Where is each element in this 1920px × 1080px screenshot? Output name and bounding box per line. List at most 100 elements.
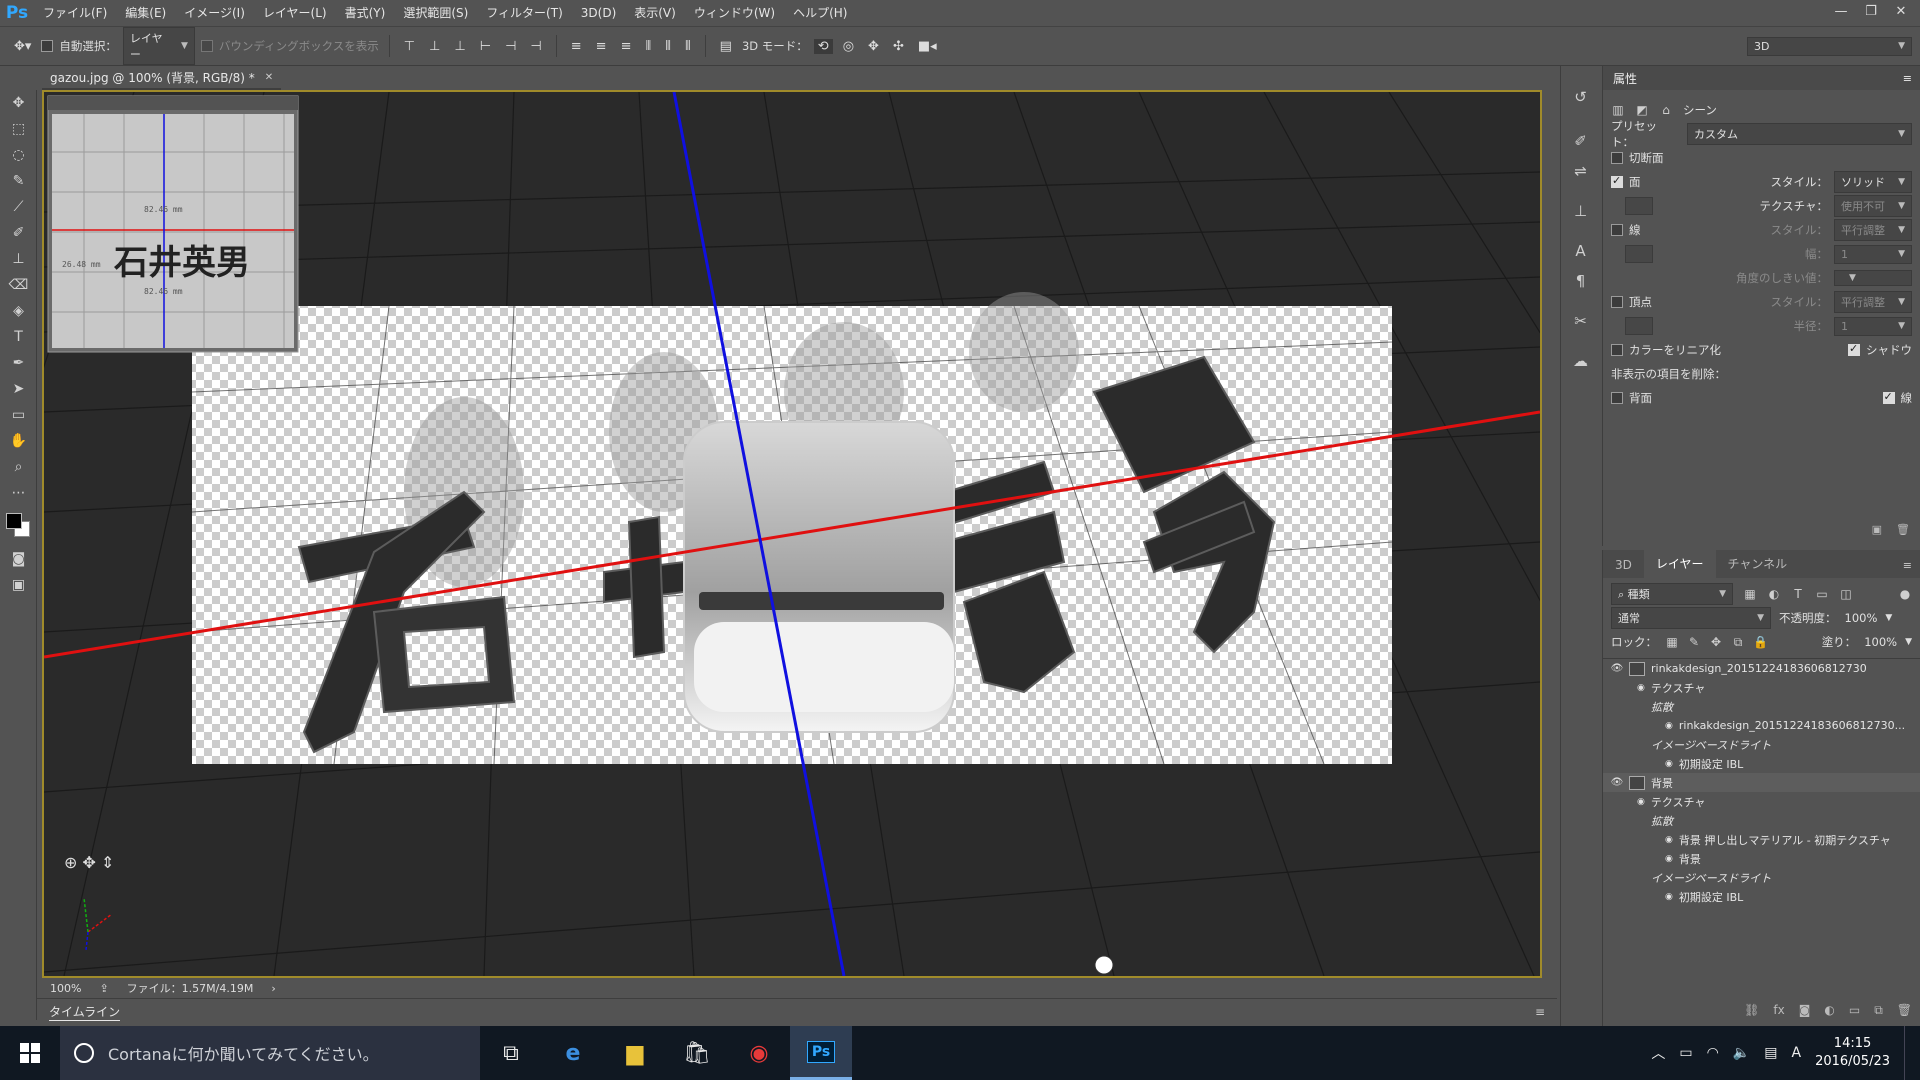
history-icon[interactable]: ↺ [1561, 82, 1600, 112]
menu-item-10[interactable]: ヘルプ(H) [784, 0, 856, 26]
screen-mode-icon[interactable]: ▣ [0, 572, 37, 598]
distribute-bottom-icon[interactable]: ≡ [617, 39, 636, 54]
layer-row[interactable]: イメージベースドライト [1603, 868, 1920, 887]
layer-row[interactable]: ◉ 初期設定 IBL [1603, 754, 1920, 773]
roll-3d-icon[interactable]: ◎ [839, 39, 858, 54]
layer-row[interactable]: 拡散 [1603, 697, 1920, 716]
shadow-checkbox[interactable] [1848, 342, 1860, 356]
sub-visibility-icon[interactable]: ◉ [1665, 835, 1673, 845]
tools-preset-icon[interactable]: ✂ [1561, 306, 1600, 336]
auto-select-dropdown[interactable]: レイヤー ▼ [122, 27, 195, 65]
layer-row[interactable]: ◉ 初期設定 IBL [1603, 887, 1920, 906]
paragraph-icon[interactable]: ¶ [1561, 266, 1600, 296]
store-icon[interactable]: 🛍 [666, 1026, 728, 1080]
line-color-swatch[interactable] [1625, 245, 1653, 263]
distribute-vcenter-icon[interactable]: ≡ [592, 39, 611, 54]
type-tool-icon[interactable]: T [0, 324, 37, 350]
visibility-eye-icon[interactable]: 👁 [1609, 777, 1625, 788]
slide-3d-icon[interactable]: ✣ [889, 39, 908, 54]
quick-mask-icon[interactable]: ◙ [0, 546, 37, 572]
deform-tab-icon[interactable]: ◩ [1635, 103, 1649, 117]
marquee-tool-icon[interactable]: ⬚ [0, 116, 37, 142]
kind-filter-dropdown[interactable]: ⌕ 種類 ▼ [1611, 583, 1733, 605]
adjustment-layer-icon[interactable]: ◐ [1824, 1003, 1834, 1018]
start-button[interactable] [0, 1026, 60, 1080]
wifi-icon[interactable]: ◠ [1707, 1045, 1719, 1061]
3d-canvas[interactable]: 石井英男 82.46 mm 82.46 mm 26.48 mm ⊕ ✥ ⇕ [42, 90, 1542, 978]
lock-position-icon[interactable]: ✥ [1709, 635, 1723, 649]
light-widget-icon[interactable] [1094, 955, 1114, 975]
filter-smart-icon[interactable]: ◫ [1839, 587, 1853, 601]
creative-cloud-icon[interactable]: ◉ [728, 1026, 790, 1080]
delete-layer-icon[interactable]: 🗑 [1897, 1003, 1912, 1018]
vertex-checkbox[interactable] [1611, 296, 1623, 308]
brush-settings-icon[interactable]: ✐ [1561, 126, 1600, 156]
layer-row[interactable]: ◉ rinkakdesign_20151224183606812730... [1603, 716, 1920, 735]
visibility-eye-icon[interactable]: 👁 [1609, 663, 1625, 674]
character-icon[interactable]: A [1561, 236, 1600, 266]
axis-widget[interactable]: ⊕ ✥ ⇕ [64, 853, 114, 951]
edge-icon[interactable]: e [542, 1026, 604, 1080]
timeline-tab[interactable]: タイムライン [49, 1003, 121, 1021]
menu-item-3[interactable]: レイヤー(L) [254, 0, 336, 26]
tab-channels[interactable]: チャンネル [1716, 549, 1800, 578]
menu-item-5[interactable]: 選択範囲(S) [394, 0, 477, 26]
zoom-level[interactable]: 100% [50, 982, 81, 995]
photoshop-taskbar-icon[interactable]: Ps [790, 1026, 852, 1080]
lock-artboard-icon[interactable]: ⧉ [1731, 635, 1745, 649]
move-tool-icon[interactable]: ✥ [0, 90, 37, 116]
cortana-search-box[interactable]: Cortanaに何か聞いてみてください。 [60, 1026, 480, 1080]
add-mask-icon[interactable]: ◙ [1799, 1003, 1811, 1018]
hand-tool-icon[interactable]: ✋ [0, 428, 37, 454]
vertex-color-swatch[interactable] [1625, 317, 1653, 335]
sub-visibility-icon[interactable]: ◉ [1665, 892, 1673, 902]
path-select-tool-icon[interactable]: ➤ [0, 376, 37, 402]
filter-adjust-icon[interactable]: ◐ [1767, 587, 1781, 601]
layer-row[interactable]: ◉ 背景 押し出しマテリアル - 初期テクスチャ [1603, 830, 1920, 849]
texture-dropdown[interactable]: 使用不可 ▼ [1834, 195, 1912, 217]
filter-toggle-icon[interactable]: ● [1898, 587, 1912, 601]
surface-color-swatch[interactable] [1625, 197, 1653, 215]
3d-block-object[interactable] [683, 421, 955, 733]
mesh-tab-icon[interactable]: ▥ [1611, 103, 1625, 117]
3d-viewport[interactable]: 石井英男 82.46 mm 82.46 mm 26.48 mm ⊕ ✥ ⇕ [44, 92, 1540, 976]
render-icon[interactable]: ▣ [1872, 523, 1882, 536]
sub-visibility-icon[interactable]: ◉ [1637, 683, 1645, 693]
cap-tab-icon[interactable]: ⌂ [1659, 103, 1673, 117]
sub-visibility-icon[interactable]: ◉ [1637, 797, 1645, 807]
show-desktop[interactable] [1904, 1026, 1910, 1080]
cross-section-checkbox[interactable] [1611, 152, 1623, 164]
panel-menu-icon[interactable]: ≡ [1535, 1005, 1545, 1019]
menu-item-7[interactable]: 3D(D) [572, 0, 625, 26]
menu-item-1[interactable]: 編集(E) [116, 0, 175, 26]
angle-field[interactable]: ▼ [1834, 270, 1912, 286]
close-tab-icon[interactable]: ✕ [265, 72, 273, 83]
task-view-icon[interactable]: ⧉ [480, 1026, 542, 1080]
link-layers-icon[interactable]: ⛓ [1744, 1003, 1759, 1018]
new-group-icon[interactable]: ▭ [1849, 1003, 1860, 1018]
close-icon[interactable]: ✕ [1886, 0, 1916, 24]
new-layer-icon[interactable]: ⧉ [1874, 1003, 1883, 1018]
menu-item-0[interactable]: ファイル(F) [34, 0, 116, 26]
layer-row[interactable]: 👁 背景 [1603, 773, 1920, 792]
tray-expand-icon[interactable]: ︿ [1651, 1043, 1665, 1063]
distribute-hcenter-icon[interactable]: ⦀ [661, 39, 675, 54]
align-left-icon[interactable]: ⊢ [476, 39, 495, 54]
stamp-tool-icon[interactable]: ⊥ [0, 246, 37, 272]
lines-checkbox[interactable] [1882, 390, 1895, 404]
align-vcenter-icon[interactable]: ⊥ [425, 39, 444, 54]
more-tools-icon[interactable]: ⋯ [0, 480, 37, 506]
menu-item-2[interactable]: イメージ(I) [175, 0, 254, 26]
paint-bucket-tool-icon[interactable]: ◈ [0, 298, 37, 324]
surface-style-dropdown[interactable]: ソリッド ▼ [1834, 171, 1912, 193]
vertex-style-dropdown[interactable]: 平行調整 ▼ [1834, 291, 1912, 313]
status-arrow-icon[interactable]: › [271, 982, 275, 995]
lasso-tool-icon[interactable]: ◌ [0, 142, 37, 168]
surface-checkbox[interactable] [1611, 174, 1623, 188]
notification-icon[interactable]: ▤ [1764, 1045, 1777, 1061]
menu-item-9[interactable]: ウィンドウ(W) [685, 0, 784, 26]
auto-select-checkbox[interactable] [41, 40, 54, 52]
preset-dropdown[interactable]: カスタム ▼ [1687, 123, 1912, 145]
blend-mode-dropdown[interactable]: 通常 ▼ [1611, 607, 1771, 629]
minimize-icon[interactable]: — [1826, 0, 1856, 24]
